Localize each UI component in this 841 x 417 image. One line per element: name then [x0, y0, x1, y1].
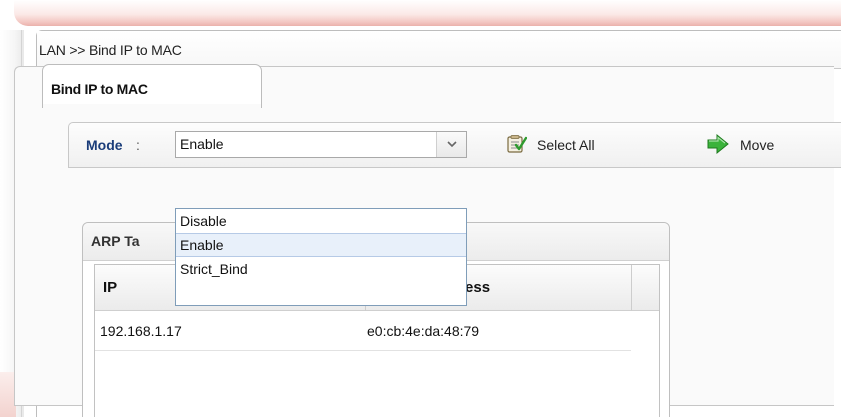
column-header-ip[interactable]: IP	[103, 279, 117, 296]
mode-option-strict-bind[interactable]: Strict_Bind	[176, 257, 466, 281]
table-row[interactable]: 192.168.1.17 e0:cb:4e:da:48:79	[95, 311, 631, 351]
column-divider[interactable]	[631, 265, 632, 311]
mode-colon: :	[136, 137, 140, 153]
header-glow	[14, 0, 841, 26]
select-all-button[interactable]: Select All	[505, 133, 595, 157]
green-arrow-icon	[706, 133, 730, 158]
cell-mac: e0:cb:4e:da:48:79	[367, 323, 480, 339]
select-all-label: Select All	[537, 137, 595, 153]
mode-select-value: Enable	[180, 136, 224, 152]
mode-option-enable[interactable]: Enable	[176, 233, 466, 257]
mode-label: Mode	[86, 137, 123, 153]
move-button[interactable]: Move	[706, 133, 774, 157]
arp-table-title: ARP Ta	[91, 233, 140, 249]
chevron-down-icon[interactable]	[436, 132, 466, 157]
tab-bind-ip-to-mac[interactable]: Bind IP to MAC	[42, 64, 262, 108]
mode-option-disable[interactable]: Disable	[176, 209, 466, 233]
cell-ip: 192.168.1.17	[100, 323, 182, 339]
mode-select[interactable]: Enable	[175, 131, 467, 158]
tab-label: Bind IP to MAC	[51, 81, 148, 97]
move-label: Move	[740, 137, 775, 153]
tab-connector	[43, 104, 261, 108]
mode-dropdown-list[interactable]: Disable Enable Strict_Bind	[175, 208, 467, 306]
clipboard-check-icon	[505, 133, 528, 158]
